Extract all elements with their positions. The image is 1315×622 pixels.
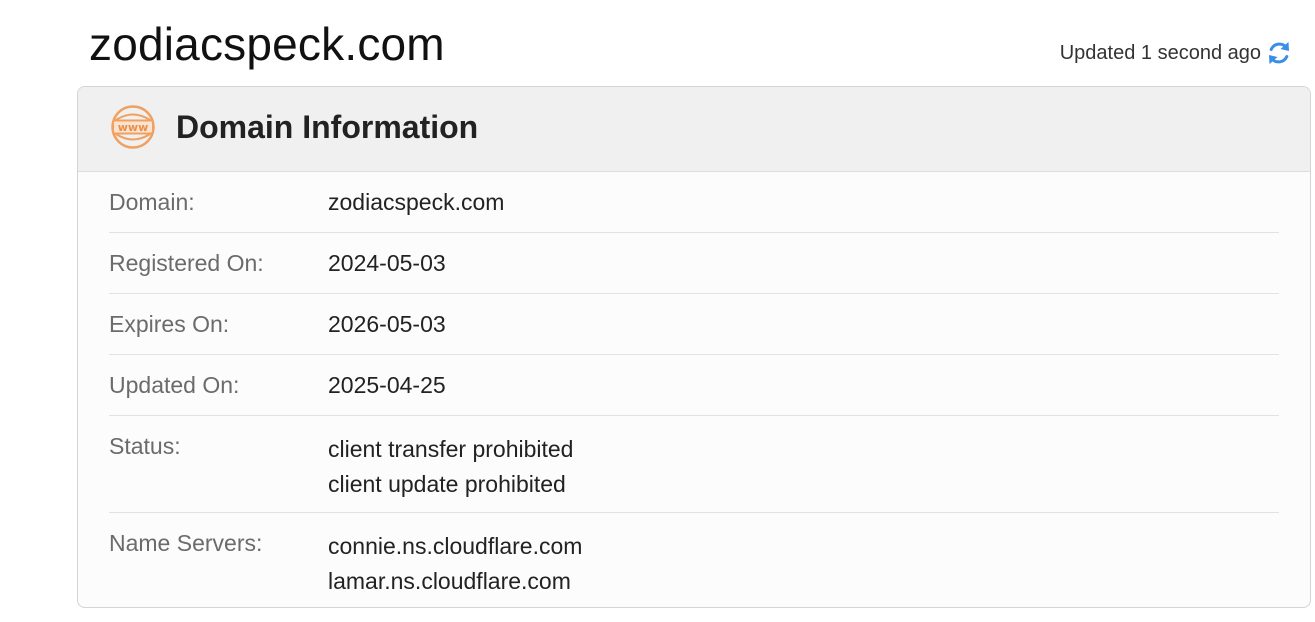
- row-value: 2025-04-25: [328, 372, 446, 398]
- card-header: www Domain Information: [78, 87, 1310, 172]
- refresh-icon: [1269, 42, 1289, 64]
- row-value: 2026-05-03: [328, 311, 446, 337]
- page: zodiacspeck.com Updated 1 second ago www…: [0, 0, 1315, 622]
- row-value: 2024-05-03: [328, 250, 446, 276]
- row-updated-on: Updated On: 2025-04-25: [109, 355, 1279, 416]
- card-title: Domain Information: [176, 109, 479, 145]
- row-label: Domain:: [109, 189, 195, 215]
- row-value: client transfer prohibited: [328, 436, 574, 462]
- row-value: client update prohibited: [328, 471, 566, 497]
- updated-status: Updated 1 second ago: [1059, 42, 1261, 64]
- row-status: Status: client transfer prohibited clien…: [109, 416, 1279, 513]
- row-name-servers: Name Servers: connie.ns.cloudflare.com l…: [109, 513, 1279, 607]
- domain-info-card: www Domain Information Domain: zodiacspe…: [77, 86, 1311, 608]
- row-label: Status:: [109, 433, 181, 459]
- row-label: Updated On:: [109, 372, 240, 398]
- row-domain: Domain: zodiacspeck.com: [109, 172, 1279, 233]
- row-value: lamar.ns.cloudflare.com: [328, 568, 571, 594]
- row-label: Expires On:: [109, 311, 230, 337]
- row-label: Name Servers:: [109, 530, 263, 556]
- row-expires-on: Expires On: 2026-05-03: [109, 294, 1279, 355]
- row-values: 2025-04-25: [328, 371, 446, 415]
- row-values: connie.ns.cloudflare.com lamar.ns.cloudf…: [328, 529, 583, 607]
- svg-text:www: www: [118, 121, 149, 134]
- row-values: 2026-05-03: [328, 310, 446, 354]
- refresh-button[interactable]: [1265, 38, 1293, 68]
- row-value: zodiacspeck.com: [328, 189, 505, 215]
- page-title: zodiacspeck.com: [89, 18, 445, 70]
- row-values: client transfer prohibited client update…: [328, 432, 573, 512]
- row-value: connie.ns.cloudflare.com: [328, 533, 583, 559]
- row-label: Registered On:: [109, 250, 264, 276]
- row-values: 2024-05-03: [328, 249, 446, 293]
- row-values: zodiacspeck.com: [328, 188, 504, 232]
- www-icon: www: [111, 105, 155, 149]
- info-rows: Domain: zodiacspeck.com Registered On: 2…: [109, 172, 1279, 607]
- row-registered-on: Registered On: 2024-05-03: [109, 233, 1279, 294]
